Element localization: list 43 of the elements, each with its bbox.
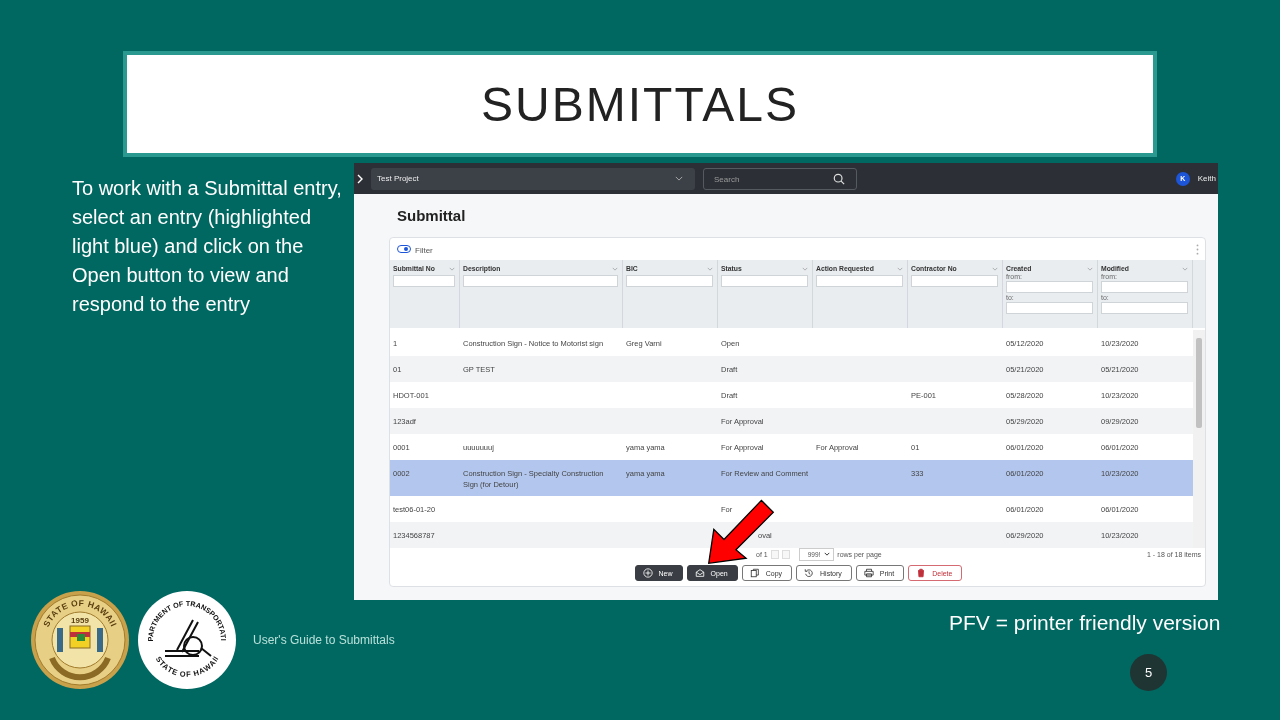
instruction-text: To work with a Submittal entry, select an entry (highlighted light blue) and click on the Open button to view and respond to the entry (72, 176, 343, 317)
date-to-input[interactable] (1101, 302, 1188, 314)
plus-icon (642, 568, 653, 578)
date-to-input[interactable] (1006, 302, 1093, 314)
copy-icon (749, 568, 760, 578)
user-name[interactable]: Keith (1197, 174, 1216, 183)
trash-icon (916, 568, 927, 578)
filter-input[interactable] (626, 275, 713, 287)
scrollbar[interactable] (1193, 330, 1205, 548)
next-page-button[interactable] (770, 549, 779, 559)
page-title: Submittal (397, 207, 467, 226)
note-text: PFV = printer friendly version (949, 611, 1221, 635)
last-page-button[interactable] (781, 549, 790, 559)
search-icon[interactable] (833, 172, 845, 185)
footer-text: User's Guide to Submittals (253, 633, 395, 647)
chevron-icon[interactable] (357, 173, 363, 184)
sort-caret-icon[interactable] (992, 266, 998, 271)
sort-caret-icon[interactable] (1182, 266, 1188, 271)
caret-icon (824, 552, 831, 556)
sort-caret-icon[interactable] (1087, 266, 1093, 271)
date-from-input[interactable] (1006, 281, 1093, 293)
printer-icon (863, 568, 874, 578)
sort-caret-icon[interactable] (449, 266, 455, 271)
filter-input[interactable] (816, 275, 903, 287)
history-icon (804, 568, 815, 578)
date-from-input[interactable] (1101, 281, 1188, 293)
filter-input[interactable] (721, 275, 808, 287)
filter-label: Filter (415, 246, 433, 255)
more-icon[interactable] (1196, 243, 1199, 255)
filter-input[interactable] (911, 275, 998, 287)
search-field[interactable]: Search (703, 168, 857, 190)
filter-input[interactable] (463, 275, 618, 287)
sort-caret-icon[interactable] (897, 266, 903, 271)
sort-caret-icon[interactable] (802, 266, 808, 271)
project-dropdown[interactable]: Test Project (371, 167, 695, 190)
sort-caret-icon[interactable] (707, 266, 713, 271)
slide-title: SUBMITTALS (481, 76, 799, 132)
filter-toggle[interactable] (397, 245, 411, 253)
page-number: 5 (1130, 654, 1167, 691)
sort-caret-icon[interactable] (612, 266, 618, 271)
filter-input[interactable] (393, 275, 455, 287)
envelope-icon (694, 568, 705, 578)
caret-icon[interactable] (675, 176, 683, 181)
